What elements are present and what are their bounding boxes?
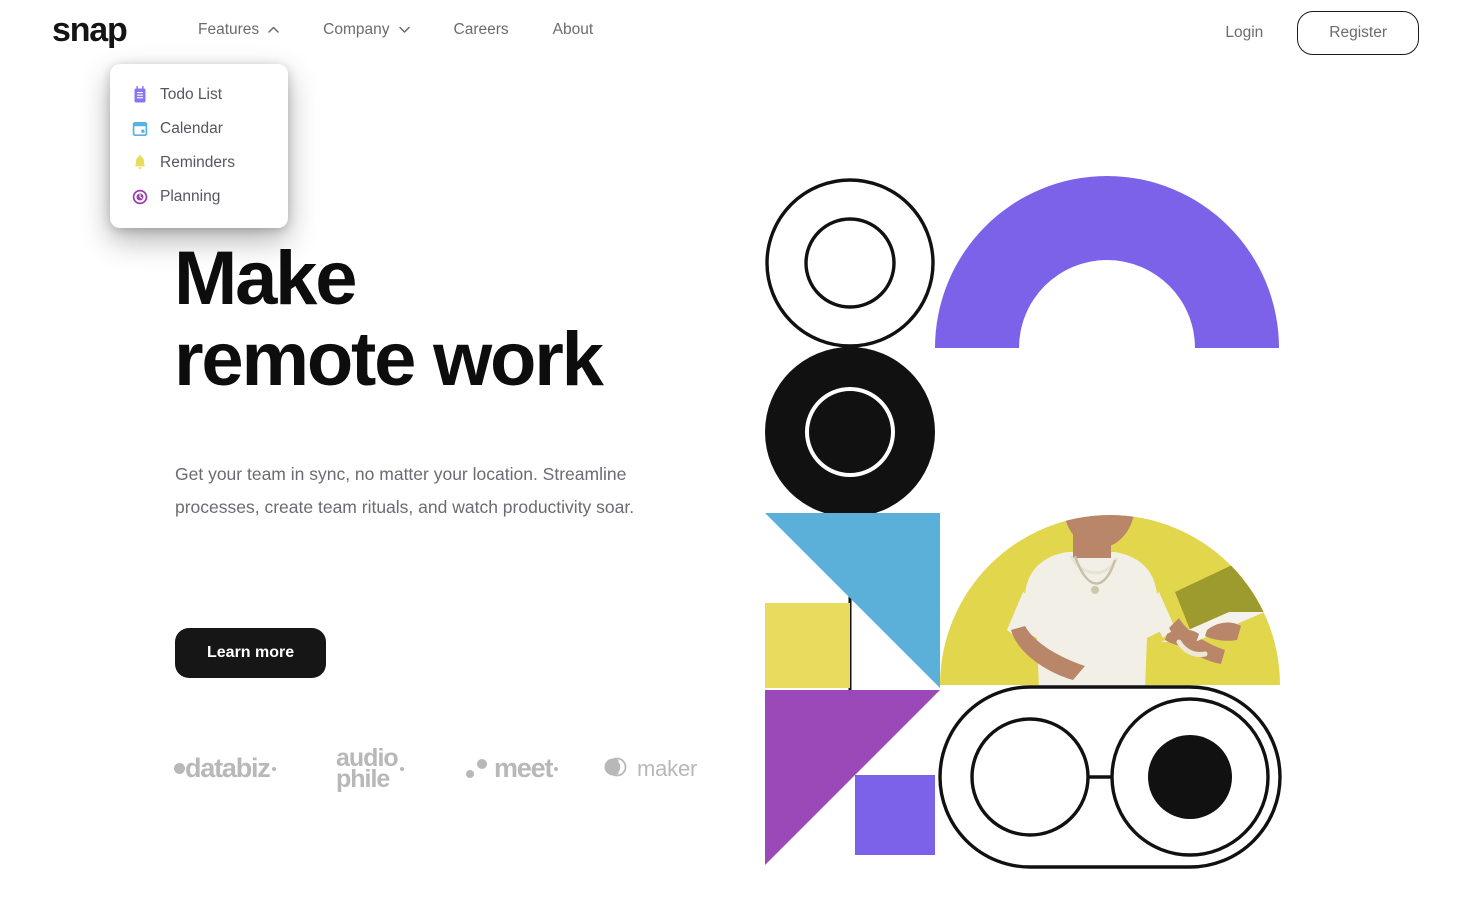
dropdown-item-label: Todo List bbox=[160, 86, 223, 103]
primary-nav: Features Company Careers About bbox=[198, 22, 593, 38]
dropdown-item-reminders[interactable]: Reminders bbox=[110, 146, 288, 180]
toggle-pill-shape bbox=[938, 685, 1282, 869]
page-title-line-2: remote work bbox=[174, 317, 604, 403]
nav-item-features[interactable]: Features bbox=[198, 22, 279, 38]
meet-wordmark: meet bbox=[494, 753, 553, 783]
dropdown-item-label: Reminders bbox=[160, 154, 235, 171]
brand-logo[interactable]: snap bbox=[52, 13, 128, 47]
page-title: Make remote work bbox=[174, 236, 604, 403]
databiz-tick-icon bbox=[271, 766, 276, 771]
client-logo-row: databiz audio phile meet maker bbox=[174, 746, 714, 793]
maker-logo: maker bbox=[602, 754, 714, 784]
audiophile-logo: audio phile bbox=[336, 746, 466, 793]
nav-item-label: About bbox=[552, 21, 594, 38]
learn-more-button[interactable]: Learn more bbox=[175, 628, 327, 678]
maker-wordmark: maker bbox=[637, 755, 698, 781]
databiz-dot-icon bbox=[174, 763, 185, 774]
register-button[interactable]: Register bbox=[1297, 11, 1419, 55]
hero-description: Get your team in sync, no matter your lo… bbox=[175, 464, 635, 517]
auth-actions: Login Register bbox=[1221, 11, 1419, 55]
yellow-square bbox=[765, 603, 850, 688]
chevron-up-icon bbox=[268, 26, 279, 33]
person-photo-halfdisc bbox=[940, 515, 1280, 685]
meet-tick-icon bbox=[554, 766, 559, 771]
meet-logo: meet bbox=[466, 755, 602, 782]
chevron-down-icon bbox=[398, 26, 410, 33]
dropdown-item-label: Planning bbox=[160, 188, 221, 205]
features-dropdown-menu: Todo List Calendar Reminders Planning bbox=[110, 64, 288, 228]
page-title-line-1: Make bbox=[174, 236, 358, 321]
login-link[interactable]: Login bbox=[1221, 15, 1267, 51]
audiophile-tick-icon bbox=[399, 766, 404, 771]
hero-graphic-svg bbox=[765, 176, 1282, 869]
dropdown-item-planning[interactable]: Planning bbox=[110, 180, 288, 214]
site-header: snap Features Company Careers About Logi… bbox=[0, 0, 1471, 70]
databiz-wordmark: databiz bbox=[185, 753, 271, 783]
todo-list-icon bbox=[132, 86, 148, 104]
databiz-logo: databiz bbox=[174, 755, 336, 782]
calendar-icon bbox=[132, 120, 148, 138]
landing-page: snap Features Company Careers About Logi… bbox=[0, 0, 1471, 904]
dropdown-item-todo-list[interactable]: Todo List bbox=[110, 78, 288, 112]
audiophile-wordmark-line-2: phile bbox=[336, 764, 390, 793]
reminder-bell-icon bbox=[132, 154, 148, 172]
maker-circle-icon bbox=[602, 754, 628, 784]
black-donut-circle bbox=[765, 347, 935, 517]
hero-graphic bbox=[755, 160, 1295, 870]
dropdown-item-calendar[interactable]: Calendar bbox=[110, 112, 288, 146]
meet-dots-icon bbox=[466, 759, 487, 778]
nav-item-label: Features bbox=[198, 21, 260, 38]
purple-square bbox=[855, 775, 935, 855]
planning-clock-icon bbox=[132, 188, 148, 206]
outlined-double-circle bbox=[765, 178, 935, 348]
dropdown-item-label: Calendar bbox=[160, 120, 223, 137]
nav-item-company[interactable]: Company bbox=[323, 21, 410, 38]
nav-item-careers[interactable]: Careers bbox=[454, 22, 509, 38]
purple-arch bbox=[935, 176, 1279, 348]
nav-item-label: Company bbox=[323, 21, 390, 38]
nav-item-about[interactable]: About bbox=[553, 22, 594, 38]
nav-item-label: Careers bbox=[453, 21, 509, 38]
